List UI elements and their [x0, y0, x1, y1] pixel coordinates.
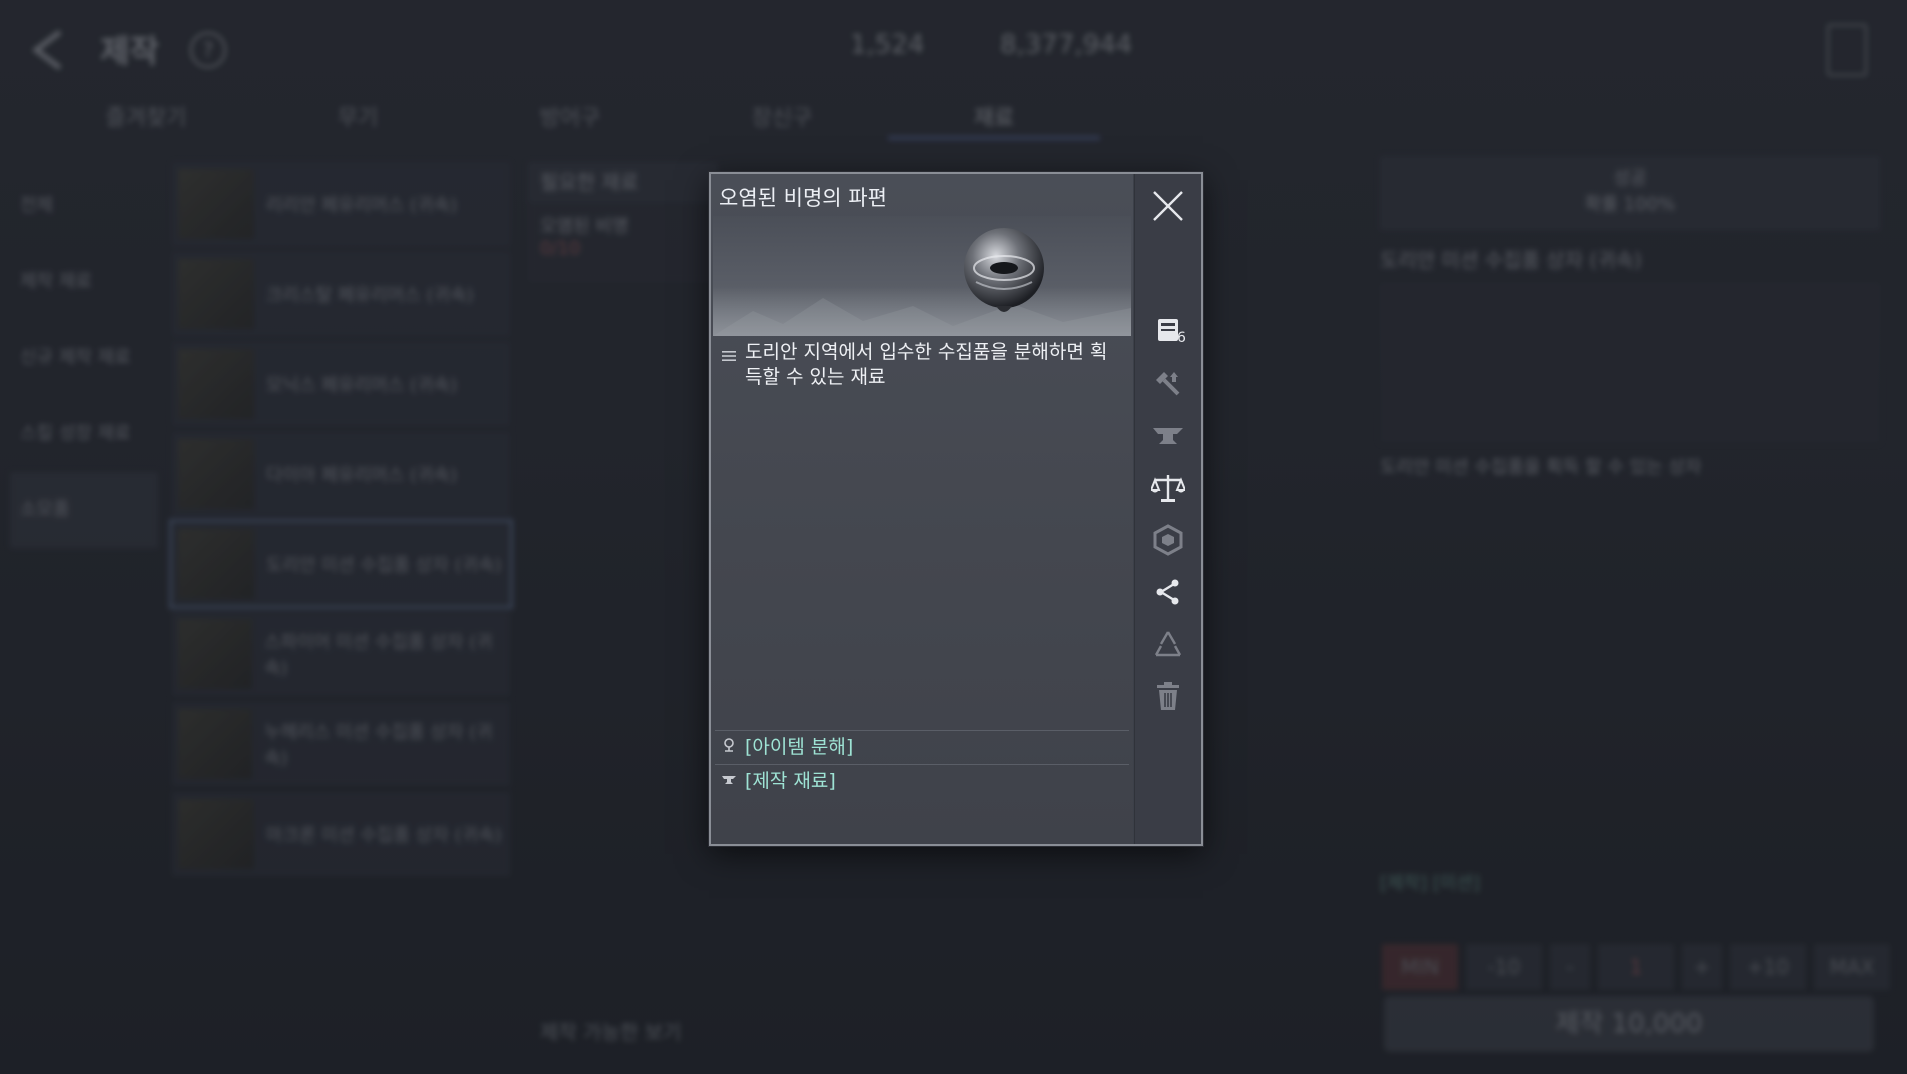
- enchant-button[interactable]: [1148, 520, 1188, 560]
- trash-icon: [1157, 682, 1179, 710]
- scale-icon: [1151, 475, 1185, 502]
- share-icon: [1156, 579, 1179, 605]
- anvil-icon: [1153, 428, 1183, 444]
- hexagon-icon: [1153, 524, 1183, 556]
- upgrade-button[interactable]: [1148, 364, 1188, 404]
- item-orb-icon: [964, 228, 1044, 312]
- location-pin-icon: [724, 738, 734, 752]
- item-info-modal: 오염된 비명의 파편 도리안 지역에서 입수한 수집품을 분해하면 획득할 수 …: [709, 172, 1203, 846]
- recycle-icon: [1154, 631, 1182, 657]
- share-button[interactable]: [1148, 572, 1188, 612]
- banner-mist: [713, 286, 1131, 336]
- crafting-screen: 제작 ? 1,524 8,377,944 즐겨찾기 무기 방어구 장신구 재료 …: [0, 0, 1907, 1074]
- trade-button[interactable]: [1148, 468, 1188, 508]
- codex-count-badge: 6: [1177, 330, 1186, 346]
- item-info-content: 오염된 비명의 파편 도리안 지역에서 입수한 수집품을 분해하면 획득할 수 …: [711, 174, 1133, 844]
- item-description: 도리안 지역에서 입수한 수집품을 분해하면 획득할 수 있는 재료: [745, 341, 1108, 388]
- link-item-dismantle[interactable]: [아이템 분해]: [745, 732, 853, 759]
- source-link-row[interactable]: [아이템 분해]: [721, 730, 853, 760]
- item-action-sidebar: 6: [1134, 174, 1201, 844]
- delete-button[interactable]: [1148, 676, 1188, 716]
- item-name: 오염된 비명의 파편: [719, 186, 887, 210]
- link-crafting-material[interactable]: [제작 재료]: [745, 766, 836, 793]
- recycle-button[interactable]: [1148, 624, 1188, 664]
- source-link-row[interactable]: [제작 재료]: [721, 764, 836, 794]
- craft-anvil-button[interactable]: [1148, 416, 1188, 456]
- item-banner: [713, 216, 1131, 336]
- close-icon: [1153, 191, 1183, 221]
- anvil-small-icon: [722, 776, 736, 784]
- upgrade-hammer-icon: [1156, 372, 1180, 396]
- description-list-icon: [722, 351, 736, 361]
- close-button[interactable]: [1148, 186, 1188, 226]
